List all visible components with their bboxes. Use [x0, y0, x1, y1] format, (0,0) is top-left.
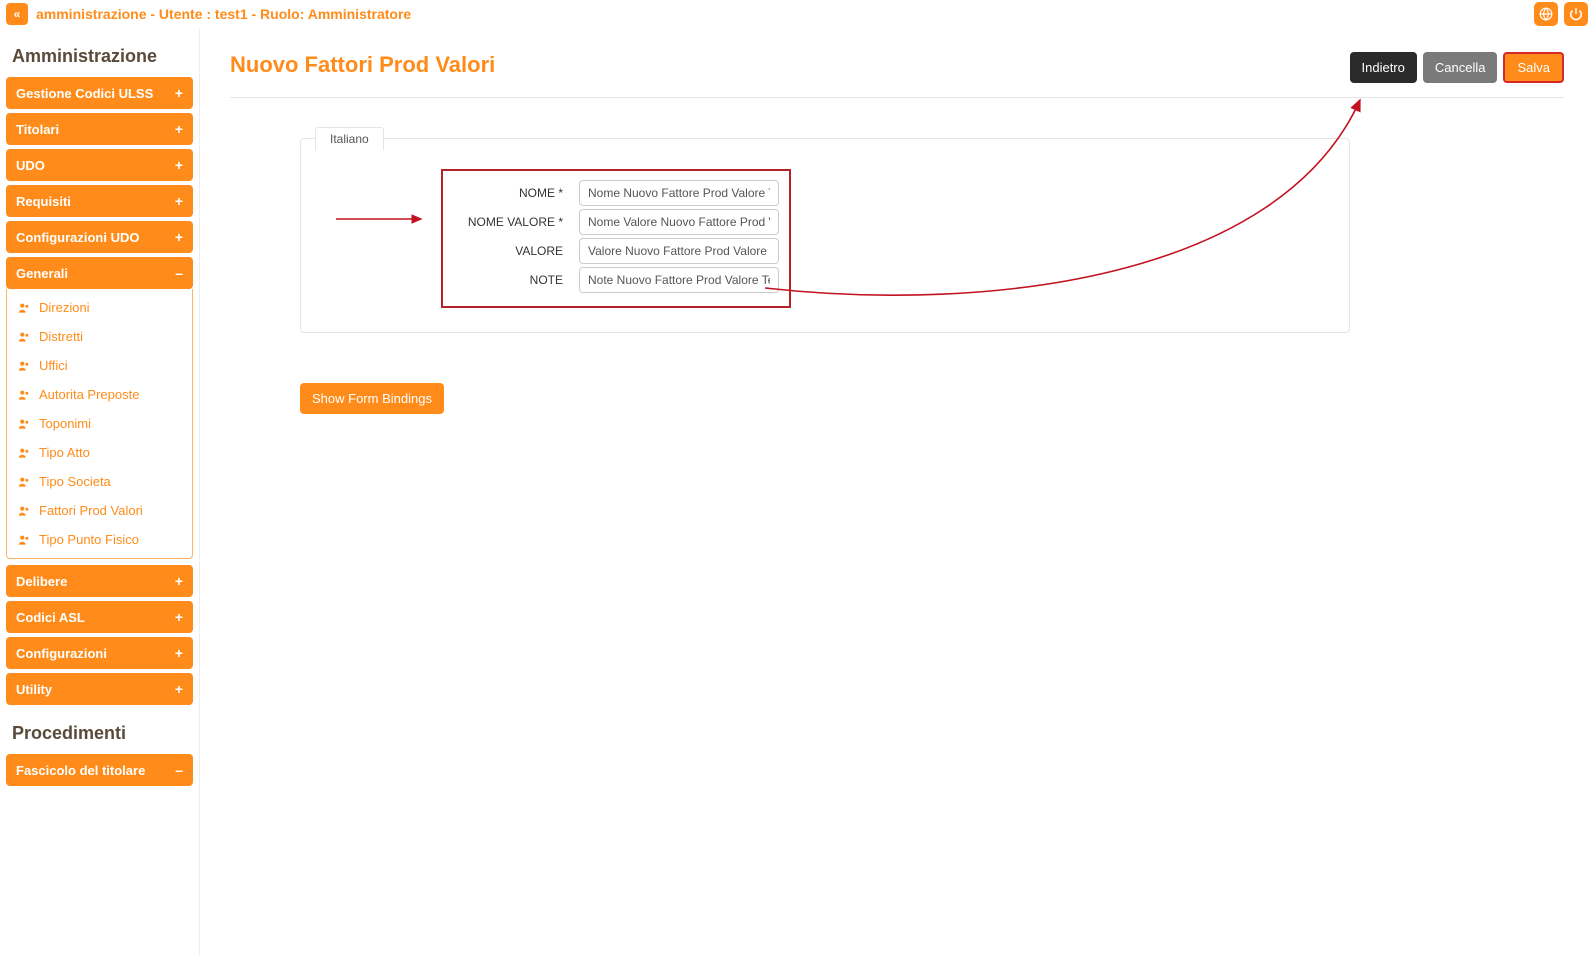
- back-button[interactable]: Indietro: [1350, 52, 1417, 83]
- sidebar-item-requisiti[interactable]: Requisiti +: [6, 185, 193, 217]
- sidebar-item-label: Gestione Codici ULSS: [16, 86, 153, 101]
- sidebar-scroll[interactable]: Amministrazione Gestione Codici ULSS + T…: [0, 28, 199, 956]
- sidebar-subitem-autorita-preposte[interactable]: Autorita Preposte: [7, 380, 192, 409]
- form-row-nome-valore: NOME VALORE *: [453, 209, 779, 235]
- expand-icon: +: [175, 573, 183, 589]
- sidebar-subitem-label: Direzioni: [39, 300, 90, 315]
- sidebar-subitem-label: Toponimi: [39, 416, 91, 431]
- sidebar-item-label: Fascicolo del titolare: [16, 763, 145, 778]
- show-form-bindings-button[interactable]: Show Form Bindings: [300, 383, 444, 414]
- form-row-note: NOTE: [453, 267, 779, 293]
- expand-icon: +: [175, 681, 183, 697]
- globe-icon: [1539, 7, 1553, 21]
- power-icon: [1569, 7, 1583, 21]
- sidebar-sublist-generali: Direzioni Distretti Uffici Autorita Prep…: [6, 289, 193, 559]
- sidebar-subitem-label: Tipo Punto Fisico: [39, 532, 139, 547]
- sidebar-section-amministrazione: Amministrazione: [6, 32, 193, 77]
- sidebar-item-generali[interactable]: Generali –: [6, 257, 193, 289]
- power-button[interactable]: [1564, 2, 1588, 26]
- expand-icon: +: [175, 157, 183, 173]
- sidebar-item-codici-asl[interactable]: Codici ASL +: [6, 601, 193, 633]
- sidebar-subitem-label: Tipo Atto: [39, 445, 90, 460]
- sidebar: Amministrazione Gestione Codici ULSS + T…: [0, 28, 200, 956]
- sidebar-subitem-label: Fattori Prod Valori: [39, 503, 143, 518]
- user-icon: [17, 475, 31, 489]
- sidebar-item-utility[interactable]: Utility +: [6, 673, 193, 705]
- page-header: Nuovo Fattori Prod Valori Indietro Cance…: [230, 52, 1564, 98]
- sidebar-item-label: Generali: [16, 266, 68, 281]
- user-icon: [17, 417, 31, 431]
- expand-icon: +: [175, 85, 183, 101]
- sidebar-item-label: Configurazioni UDO: [16, 230, 140, 245]
- action-buttons: Indietro Cancella Salva: [1350, 52, 1565, 83]
- expand-icon: +: [175, 121, 183, 137]
- sidebar-subitem-tipo-punto-fisico[interactable]: Tipo Punto Fisico: [7, 525, 192, 554]
- nome-input[interactable]: [579, 180, 779, 206]
- sidebar-collapse-button[interactable]: «: [6, 3, 28, 25]
- form-card: Italiano NOME * NOME VALORE * VALORE NOT…: [300, 138, 1350, 333]
- user-icon: [17, 359, 31, 373]
- sidebar-subitem-label: Distretti: [39, 329, 83, 344]
- user-icon: [17, 533, 31, 547]
- header-title: amministrazione - Utente : test1 - Ruolo…: [36, 6, 411, 22]
- field-label: VALORE: [453, 244, 563, 258]
- user-icon: [17, 301, 31, 315]
- sidebar-item-fascicolo-titolare[interactable]: Fascicolo del titolare –: [6, 754, 193, 786]
- sidebar-item-gestione-codici-ulss[interactable]: Gestione Codici ULSS +: [6, 77, 193, 109]
- user-icon: [17, 388, 31, 402]
- main-content: Nuovo Fattori Prod Valori Indietro Cance…: [200, 28, 1594, 956]
- page-title: Nuovo Fattori Prod Valori: [230, 52, 495, 78]
- sidebar-item-configurazioni[interactable]: Configurazioni +: [6, 637, 193, 669]
- sidebar-subitem-distretti[interactable]: Distretti: [7, 322, 192, 351]
- sidebar-item-label: Utility: [16, 682, 52, 697]
- user-icon: [17, 446, 31, 460]
- nome-valore-input[interactable]: [579, 209, 779, 235]
- sidebar-subitem-tipo-atto[interactable]: Tipo Atto: [7, 438, 192, 467]
- note-input[interactable]: [579, 267, 779, 293]
- form-row-nome: NOME *: [453, 180, 779, 206]
- sidebar-item-label: UDO: [16, 158, 45, 173]
- sidebar-subitem-toponimi[interactable]: Toponimi: [7, 409, 192, 438]
- tab-italiano[interactable]: Italiano: [315, 127, 384, 151]
- collapse-icon: –: [175, 265, 183, 281]
- sidebar-item-titolari[interactable]: Titolari +: [6, 113, 193, 145]
- sidebar-subitem-label: Autorita Preposte: [39, 387, 139, 402]
- annotation-arrow-left: [336, 209, 431, 229]
- sidebar-subitem-direzioni[interactable]: Direzioni: [7, 293, 192, 322]
- sidebar-item-label: Titolari: [16, 122, 59, 137]
- form-row-valore: VALORE: [453, 238, 779, 264]
- sidebar-subitem-tipo-societa[interactable]: Tipo Societa: [7, 467, 192, 496]
- user-icon: [17, 504, 31, 518]
- cancel-button[interactable]: Cancella: [1423, 52, 1498, 83]
- user-icon: [17, 330, 31, 344]
- field-label: NOME VALORE *: [453, 215, 563, 229]
- sidebar-item-label: Delibere: [16, 574, 67, 589]
- expand-icon: +: [175, 645, 183, 661]
- sidebar-item-label: Configurazioni: [16, 646, 107, 661]
- field-label: NOTE: [453, 273, 563, 287]
- sidebar-section-procedimenti: Procedimenti: [6, 709, 193, 754]
- sidebar-item-delibere[interactable]: Delibere +: [6, 565, 193, 597]
- expand-icon: +: [175, 193, 183, 209]
- expand-icon: +: [175, 609, 183, 625]
- collapse-icon: –: [175, 762, 183, 778]
- globe-button[interactable]: [1534, 2, 1558, 26]
- field-label: NOME *: [453, 186, 563, 200]
- sidebar-subitem-label: Tipo Societa: [39, 474, 111, 489]
- sidebar-item-configurazioni-udo[interactable]: Configurazioni UDO +: [6, 221, 193, 253]
- chevron-left-icon: «: [14, 7, 21, 21]
- save-button[interactable]: Salva: [1503, 52, 1564, 83]
- sidebar-item-udo[interactable]: UDO +: [6, 149, 193, 181]
- form-fields-highlight: NOME * NOME VALORE * VALORE NOTE: [441, 169, 791, 308]
- sidebar-subitem-fattori-prod-valori[interactable]: Fattori Prod Valori: [7, 496, 192, 525]
- expand-icon: +: [175, 229, 183, 245]
- top-bar: « amministrazione - Utente : test1 - Ruo…: [0, 0, 1594, 28]
- sidebar-item-label: Codici ASL: [16, 610, 85, 625]
- valore-input[interactable]: [579, 238, 779, 264]
- sidebar-item-label: Requisiti: [16, 194, 71, 209]
- sidebar-subitem-uffici[interactable]: Uffici: [7, 351, 192, 380]
- sidebar-subitem-label: Uffici: [39, 358, 68, 373]
